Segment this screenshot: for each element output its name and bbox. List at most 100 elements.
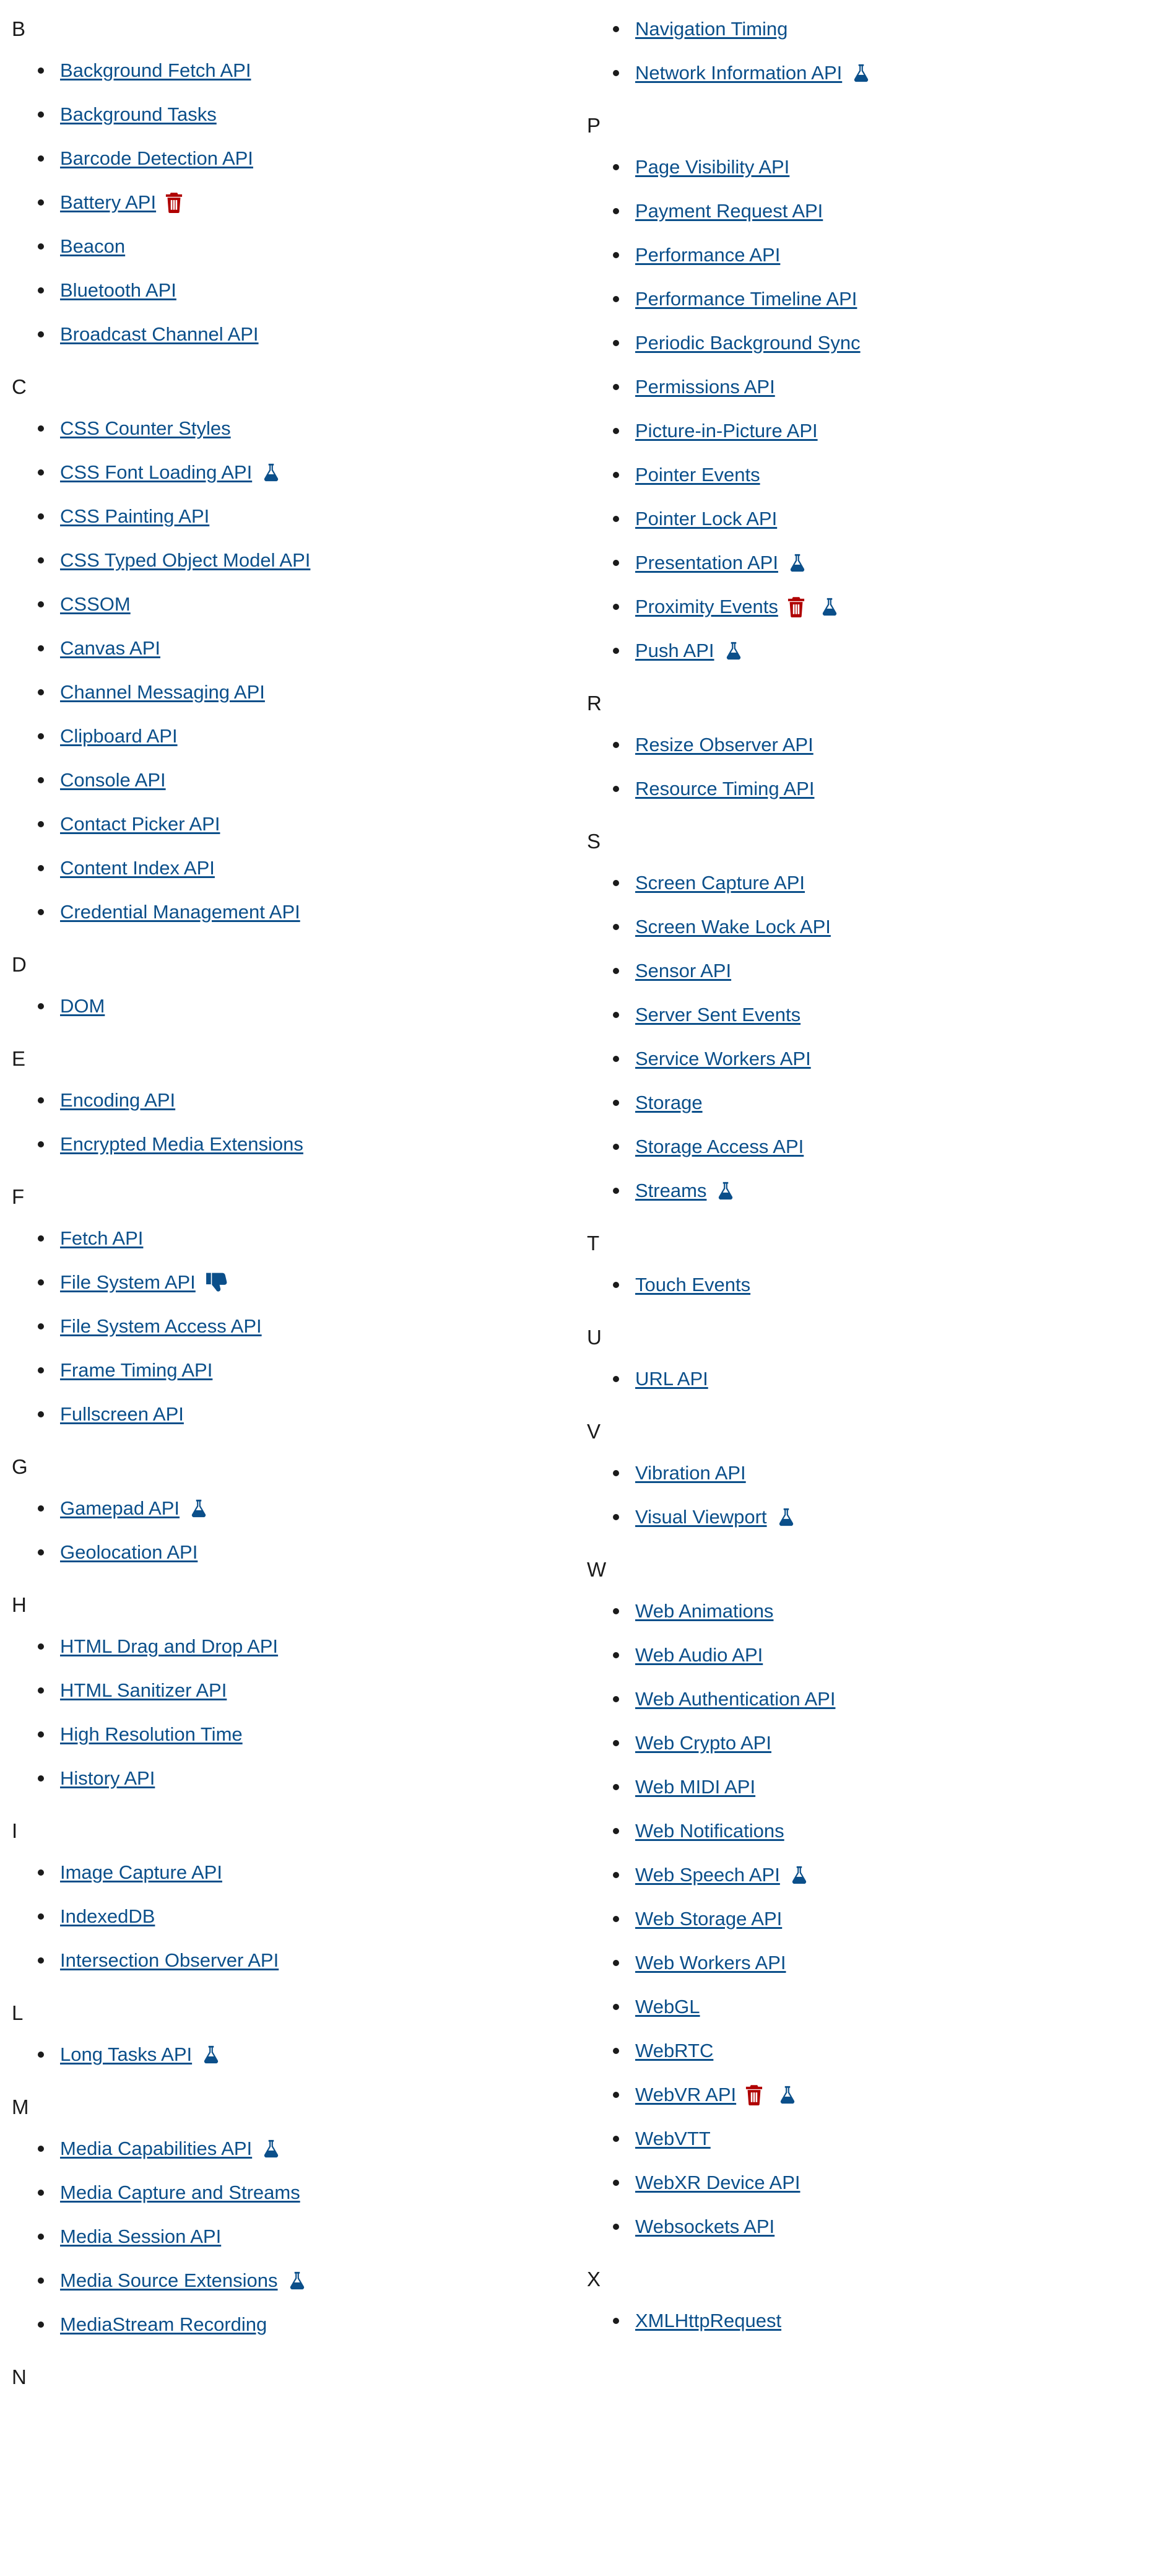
api-link[interactable]: Vibration API — [635, 1461, 746, 1486]
api-link[interactable]: Content Index API — [60, 856, 215, 881]
api-link[interactable]: Pointer Events — [635, 463, 760, 487]
api-link[interactable]: File System API — [60, 1270, 196, 1295]
api-link[interactable]: Server Sent Events — [635, 1003, 800, 1027]
api-link[interactable]: CSS Typed Object Model API — [60, 548, 310, 573]
api-link[interactable]: Storage — [635, 1090, 703, 1115]
bullet — [613, 1012, 619, 1018]
api-link[interactable]: WebXR Device API — [635, 2170, 800, 2195]
list-item: Background Tasks — [12, 100, 217, 129]
api-link[interactable]: Media Source Extensions — [60, 2268, 278, 2293]
api-link[interactable]: Pointer Lock API — [635, 507, 777, 531]
api-link[interactable]: Bluetooth API — [60, 278, 176, 303]
api-link[interactable]: Frame Timing API — [60, 1358, 212, 1383]
api-link[interactable]: Media Session API — [60, 2224, 221, 2249]
api-link[interactable]: Screen Wake Lock API — [635, 915, 831, 939]
api-link[interactable]: History API — [60, 1766, 155, 1791]
api-link[interactable]: Image Capture API — [60, 1860, 222, 1885]
api-link[interactable]: Fetch API — [60, 1226, 143, 1251]
api-link[interactable]: Screen Capture API — [635, 871, 805, 895]
flask-icon — [261, 2138, 282, 2159]
api-link[interactable]: Beacon — [60, 234, 125, 259]
api-link[interactable]: Websockets API — [635, 2214, 774, 2239]
api-link[interactable]: High Resolution Time — [60, 1722, 243, 1747]
flask-icon — [777, 2084, 798, 2105]
api-link[interactable]: URL API — [635, 1367, 708, 1391]
list-item: CSSOM — [12, 590, 131, 619]
list-item: Websockets API — [587, 2213, 774, 2241]
api-link[interactable]: Background Fetch API — [60, 58, 251, 83]
api-link[interactable]: Web Crypto API — [635, 1731, 771, 1756]
api-link[interactable]: Intersection Observer API — [60, 1948, 279, 1973]
api-link[interactable]: IndexedDB — [60, 1904, 155, 1929]
list-item: IndexedDB — [12, 1902, 155, 1931]
api-link[interactable]: Performance API — [635, 243, 780, 268]
api-link[interactable]: CSS Painting API — [60, 504, 209, 529]
bullet — [38, 199, 44, 206]
api-link[interactable]: Periodic Background Sync — [635, 331, 861, 355]
api-link[interactable]: Web Speech API — [635, 1863, 780, 1887]
api-link[interactable]: DOM — [60, 994, 105, 1019]
api-link[interactable]: CSS Font Loading API — [60, 460, 252, 485]
api-link[interactable]: HTML Sanitizer API — [60, 1678, 227, 1703]
api-link[interactable]: Payment Request API — [635, 199, 823, 224]
api-link[interactable]: Web Storage API — [635, 1907, 782, 1931]
api-link[interactable]: CSS Counter Styles — [60, 416, 231, 441]
api-link[interactable]: XMLHttpRequest — [635, 2308, 781, 2333]
api-link[interactable]: Encrypted Media Extensions — [60, 1132, 303, 1157]
api-link[interactable]: Service Workers API — [635, 1046, 811, 1071]
api-link[interactable]: Battery API — [60, 190, 156, 215]
api-link[interactable]: Resource Timing API — [635, 777, 814, 801]
api-link[interactable]: CSSOM — [60, 592, 131, 617]
api-link[interactable]: Gamepad API — [60, 1496, 180, 1521]
api-link[interactable]: Proximity Events — [635, 594, 778, 619]
api-link[interactable]: Long Tasks API — [60, 2042, 192, 2067]
api-link[interactable]: Geolocation API — [60, 1540, 197, 1565]
api-link[interactable]: Barcode Detection API — [60, 146, 253, 171]
api-link[interactable]: Contact Picker API — [60, 812, 220, 837]
api-link[interactable]: Media Capture and Streams — [60, 2180, 300, 2205]
api-link[interactable]: Presentation API — [635, 550, 778, 575]
api-link[interactable]: Sensor API — [635, 959, 731, 983]
api-link[interactable]: Web Audio API — [635, 1643, 763, 1668]
api-link[interactable]: Encoding API — [60, 1088, 175, 1113]
api-link[interactable]: WebGL — [635, 1995, 700, 2019]
bullet — [38, 67, 44, 74]
api-link[interactable]: Visual Viewport — [635, 1505, 767, 1530]
api-link[interactable]: Web Authentication API — [635, 1687, 835, 1712]
api-link[interactable]: Channel Messaging API — [60, 680, 265, 705]
bullet — [38, 243, 44, 250]
api-link[interactable]: Fullscreen API — [60, 1402, 184, 1427]
api-link[interactable]: File System Access API — [60, 1314, 262, 1339]
api-link[interactable]: Broadcast Channel API — [60, 322, 259, 347]
list-item: Resize Observer API — [587, 731, 813, 759]
api-link[interactable]: Streams — [635, 1178, 706, 1203]
api-link[interactable]: Clipboard API — [60, 724, 178, 749]
api-link[interactable]: Resize Observer API — [635, 733, 813, 757]
api-link[interactable]: Storage Access API — [635, 1134, 804, 1159]
api-link[interactable]: Permissions API — [635, 375, 775, 399]
section-letter: S — [587, 830, 601, 853]
api-link[interactable]: Credential Management API — [60, 900, 300, 925]
api-link[interactable]: Web MIDI API — [635, 1775, 755, 1799]
api-link[interactable]: WebVTT — [635, 2126, 711, 2151]
api-link[interactable]: Performance Timeline API — [635, 287, 857, 311]
api-link[interactable]: Web Animations — [635, 1599, 773, 1624]
api-link[interactable]: MediaStream Recording — [60, 2312, 267, 2337]
api-link[interactable]: Touch Events — [635, 1273, 750, 1297]
api-link[interactable]: Web Workers API — [635, 1951, 786, 1975]
api-link[interactable]: Network Information API — [635, 61, 842, 85]
list-item: File System API — [12, 1268, 229, 1297]
api-link[interactable]: Web Notifications — [635, 1819, 784, 1843]
api-link[interactable]: WebRTC — [635, 2039, 713, 2063]
api-link[interactable]: Page Visibility API — [635, 155, 789, 180]
bullet — [613, 1608, 619, 1614]
api-link[interactable]: Navigation Timing — [635, 17, 787, 41]
api-link[interactable]: WebVR API — [635, 2082, 736, 2107]
api-link[interactable]: Media Capabilities API — [60, 2136, 252, 2161]
api-link[interactable]: HTML Drag and Drop API — [60, 1634, 278, 1659]
api-link[interactable]: Console API — [60, 768, 166, 793]
api-link[interactable]: Push API — [635, 638, 714, 663]
api-link[interactable]: Picture-in-Picture API — [635, 419, 818, 443]
api-link[interactable]: Background Tasks — [60, 102, 217, 127]
api-link[interactable]: Canvas API — [60, 636, 160, 661]
